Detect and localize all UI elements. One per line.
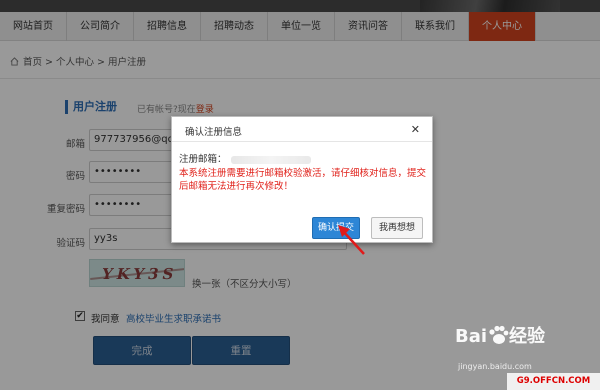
close-icon[interactable]: ✕ <box>411 123 420 136</box>
dialog-body: 注册邮箱： 本系统注册需要进行邮箱校验激活，请仔细核对信息，提交后邮箱无法进行再… <box>179 153 429 193</box>
baidu-watermark: Bai 经验 <box>455 322 545 348</box>
watermark-url: jingyan.baidu.com <box>458 362 532 371</box>
site-watermark: G9.OFFCN.COM <box>507 373 600 390</box>
dialog-email-label: 注册邮箱： <box>179 154 227 165</box>
confirm-registration-dialog: 确认注册信息 ✕ 注册邮箱： 本系统注册需要进行邮箱校验激活，请仔细核对信息，提… <box>171 116 433 243</box>
dialog-email-row: 注册邮箱： <box>179 153 429 166</box>
paw-icon <box>489 325 509 344</box>
red-arrow-annotation <box>338 225 365 255</box>
dialog-title: 确认注册信息 <box>185 127 243 138</box>
watermark-brand-suffix: 经验 <box>509 326 546 347</box>
dialog-warning-text: 本系统注册需要进行邮箱校验激活，请仔细核对信息，提交后邮箱无法进行再次修改！ <box>179 168 427 192</box>
blurred-email-value <box>230 155 311 164</box>
dialog-header: 确认注册信息 ✕ <box>172 117 432 142</box>
watermark-brand: Bai <box>455 326 488 347</box>
